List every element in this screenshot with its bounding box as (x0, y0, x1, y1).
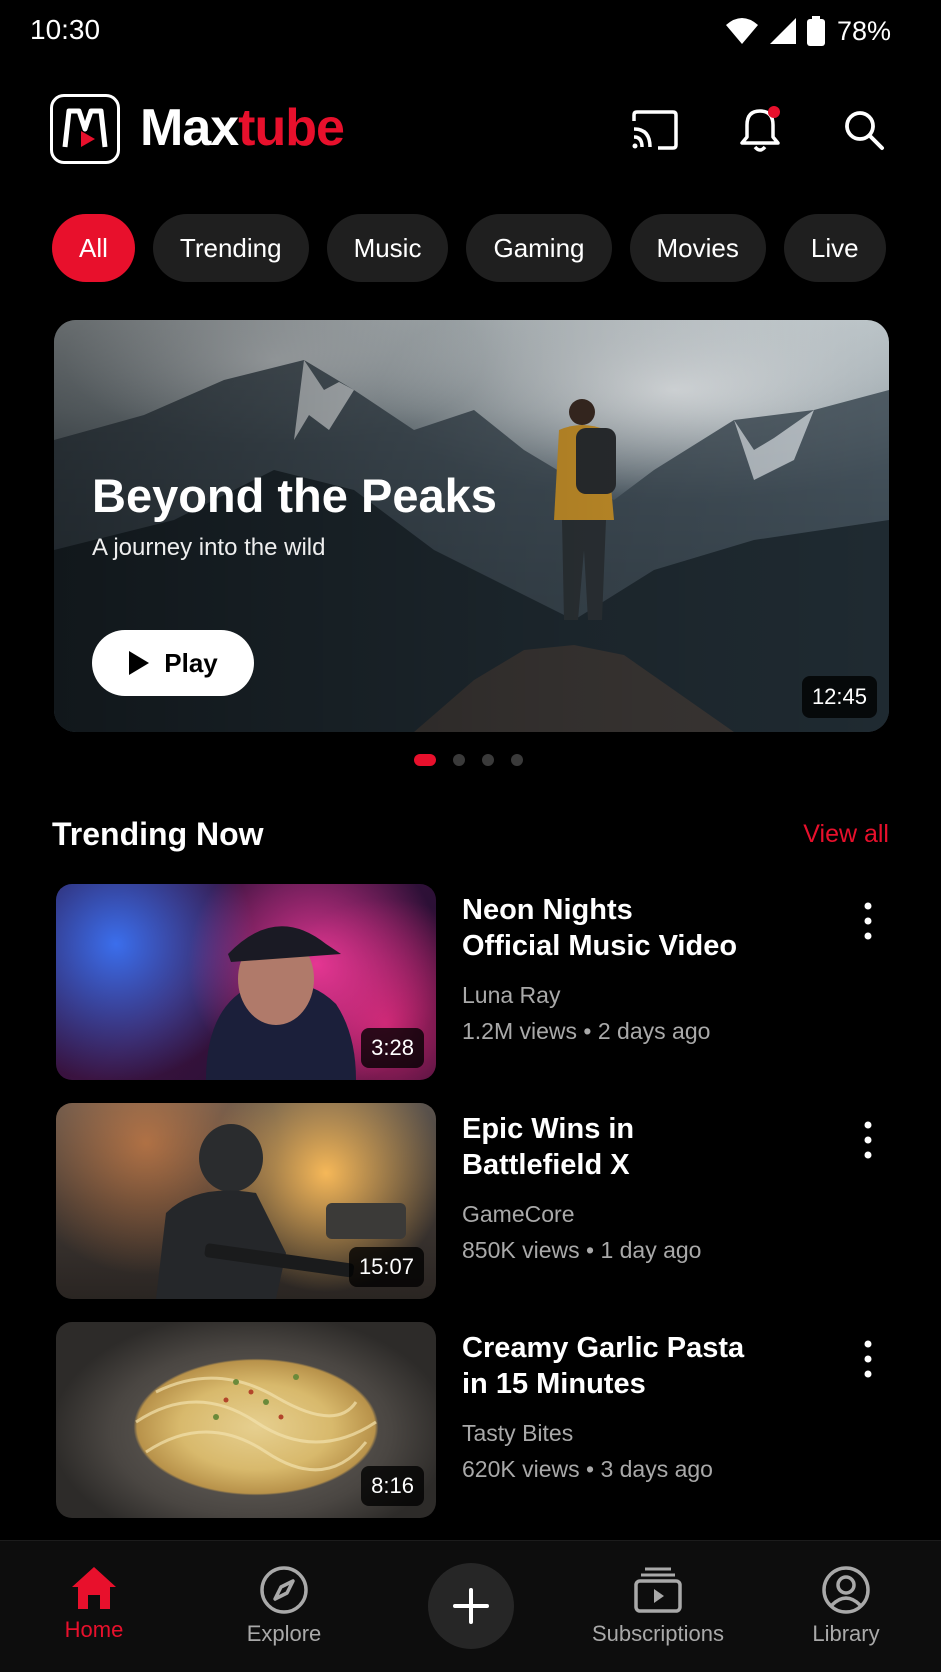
brand-name-primary: Max (140, 99, 239, 157)
brand-name-accent: tube (238, 99, 345, 157)
status-time: 10:30 (30, 14, 101, 45)
wifi-icon (725, 18, 758, 44)
status-icons: 78% (725, 14, 891, 48)
signal-icon (769, 18, 796, 44)
logo-m-icon (62, 108, 108, 148)
section-title: Trending Now (52, 816, 264, 852)
video-channel[interactable]: GameCore (462, 1201, 574, 1228)
video-meta: 620K views • 3 days ago (462, 1456, 713, 1482)
video-title: Creamy Garlic Pasta in 15 Minutes (462, 1332, 745, 1400)
nav-explore-label: Explore (246, 1621, 322, 1646)
more-options-button[interactable] (848, 896, 888, 946)
account-circle-icon (822, 1566, 870, 1614)
more-vertical-icon (864, 1340, 872, 1378)
search-icon (845, 111, 884, 150)
nav-library[interactable]: Library (756, 1565, 936, 1647)
app-header: Maxtube (0, 88, 941, 168)
battery-icon (806, 16, 825, 46)
hero-title: Beyond the Peaks (92, 469, 497, 522)
hero-subtitle: A journey into the wild (92, 534, 326, 561)
video-thumbnail[interactable]: 8:16 (56, 1322, 436, 1518)
chip-movies[interactable]: Movies (629, 214, 766, 282)
nav-explore[interactable]: Explore (194, 1565, 374, 1647)
video-item-battlefield[interactable]: 15:07 Epic Wins in Battlefield X GameCor… (56, 1103, 888, 1299)
chip-all[interactable]: All (52, 214, 135, 282)
search-button[interactable] (838, 104, 890, 156)
cast-button[interactable] (628, 104, 680, 156)
nav-library-label: Library (812, 1621, 880, 1646)
notifications-button[interactable] (734, 104, 786, 156)
nav-subscriptions[interactable]: Subscriptions (568, 1565, 748, 1647)
play-button-label: Play (164, 647, 218, 678)
play-button[interactable]: Play (92, 630, 254, 696)
chip-gaming[interactable]: Gaming (466, 214, 612, 282)
video-duration: 3:28 (361, 1028, 424, 1068)
app-logo[interactable] (50, 94, 120, 164)
bottom-navigation: Home Explore Subscriptions Library (0, 1540, 941, 1672)
plus-icon (453, 1588, 489, 1624)
battery-percentage: 78% (836, 15, 891, 46)
home-icon (72, 1567, 116, 1609)
brand-name: Maxtube (140, 98, 345, 158)
nav-home[interactable]: Home (4, 1565, 184, 1643)
video-channel[interactable]: Luna Ray (462, 982, 560, 1009)
carousel-dot-1[interactable] (414, 754, 436, 766)
cast-icon (632, 110, 678, 150)
carousel-indicator (414, 754, 523, 766)
video-item-neon-nights[interactable]: 3:28 Neon Nights Official Music Video Lu… (56, 884, 888, 1080)
more-options-button[interactable] (848, 1115, 888, 1165)
more-options-button[interactable] (848, 1334, 888, 1384)
play-icon (129, 651, 150, 675)
video-duration: 15:07 (348, 1247, 424, 1287)
video-channel[interactable]: Tasty Bites (462, 1420, 573, 1447)
more-vertical-icon (864, 1121, 872, 1159)
video-thumbnail[interactable]: 15:07 (56, 1103, 436, 1299)
carousel-dot-4[interactable] (511, 754, 523, 766)
video-item-garlic-pasta[interactable]: 8:16 Creamy Garlic Pasta in 15 Minutes T… (56, 1322, 888, 1518)
video-title: Epic Wins in Battlefield X (462, 1113, 635, 1181)
create-button[interactable] (428, 1563, 514, 1649)
featured-banner[interactable]: Beyond the Peaks A journey into the wild… (54, 320, 889, 732)
chip-live[interactable]: Live (783, 214, 886, 282)
video-meta: 1.2M views • 2 days ago (462, 1018, 711, 1044)
status-bar: 10:30 78% (0, 0, 941, 62)
video-meta: 850K views • 1 day ago (462, 1237, 702, 1263)
bell-icon (740, 106, 780, 152)
subscriptions-icon (634, 1567, 682, 1613)
carousel-dot-3[interactable] (482, 754, 494, 766)
chip-music[interactable]: Music (326, 214, 449, 282)
view-all-link[interactable]: View all (803, 820, 889, 849)
compass-icon (260, 1566, 308, 1614)
video-duration: 8:16 (361, 1466, 424, 1506)
hero-duration: 12:45 (801, 676, 877, 718)
nav-subscriptions-label: Subscriptions (591, 1621, 725, 1646)
chip-trending[interactable]: Trending (152, 214, 309, 282)
category-chips: All Trending Music Gaming Movies Live (52, 214, 886, 282)
video-thumbnail[interactable]: 3:28 (56, 884, 436, 1080)
more-vertical-icon (864, 902, 872, 940)
video-title: Neon Nights Official Music Video (462, 894, 738, 962)
carousel-dot-2[interactable] (453, 754, 465, 766)
nav-home-label: Home (64, 1617, 124, 1642)
